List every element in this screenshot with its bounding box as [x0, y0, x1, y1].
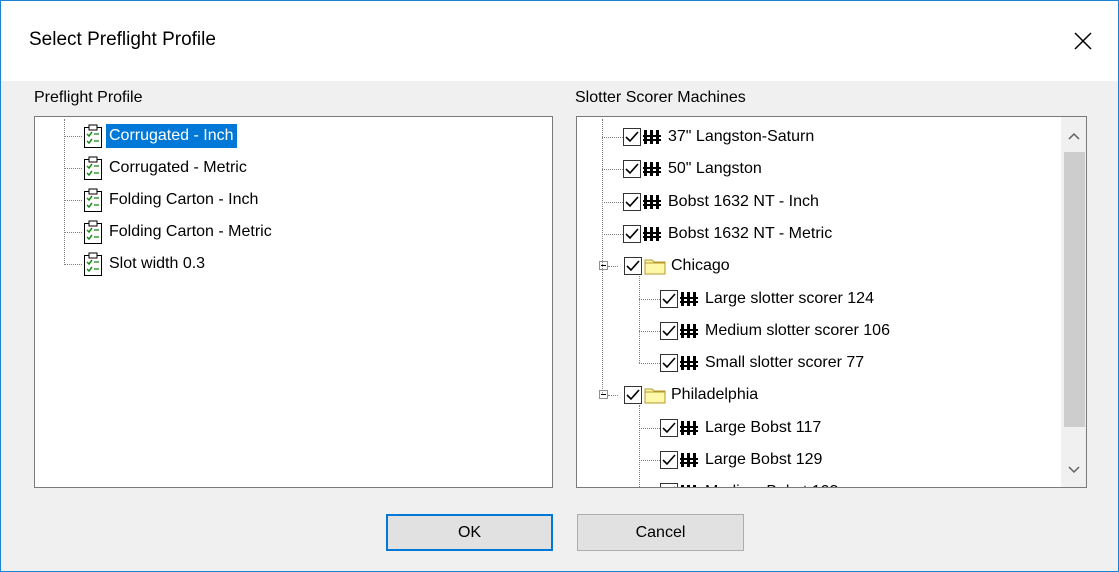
profile-item-label: Corrugated - Inch [106, 124, 237, 148]
checkbox[interactable] [623, 224, 641, 243]
tree-item-label: Medium Bobst 103 [702, 480, 841, 487]
preflight-profile-label: Preflight Profile [34, 89, 143, 106]
tree-machine-item[interactable]: Small slotter scorer 77 [639, 347, 867, 379]
checkbox[interactable] [660, 483, 678, 487]
machine-icon [680, 451, 700, 469]
tree-item-label: Medium slotter scorer 106 [705, 321, 890, 339]
machine-icon [643, 128, 663, 146]
collapse-toggle[interactable] [599, 261, 608, 271]
slotter-scorer-machines-label: Slotter Scorer Machines [575, 89, 746, 106]
tree-machine-item[interactable]: Bobst 1632 NT - Metric [602, 218, 835, 250]
tree-item-label: Large Bobst 129 [705, 451, 823, 468]
checklist-icon [82, 252, 104, 276]
tree-item-label: 37" Langston-Saturn [668, 128, 815, 145]
ok-button[interactable]: OK [386, 514, 553, 551]
machine-icon [680, 290, 700, 308]
checkbox[interactable] [660, 321, 678, 340]
tree-machine-item[interactable]: Large slotter scorer 124 [639, 283, 877, 315]
profile-item-label: Corrugated - Metric [109, 159, 247, 176]
checklist-icon [82, 220, 104, 244]
vertical-scrollbar[interactable] [1061, 117, 1086, 487]
profile-item-label: Folding Carton - Inch [109, 191, 259, 208]
checkbox[interactable] [660, 289, 678, 308]
tree-machine-item[interactable]: Large Bobst 117 [639, 412, 824, 444]
scroll-down-button[interactable] [1061, 455, 1086, 485]
profile-item[interactable]: Folding Carton - Inch [64, 184, 261, 216]
checkbox[interactable] [660, 451, 678, 469]
checklist-icon [82, 156, 104, 180]
tree-item-label: Chicago [671, 257, 730, 275]
tree-machine-item[interactable]: Medium Bobst 103 [639, 476, 841, 487]
tree-machine-item[interactable]: 50" Langston [602, 153, 765, 185]
machine-icon [643, 225, 663, 243]
profile-item[interactable]: Folding Carton - Metric [64, 216, 275, 248]
tree-item-label: Bobst 1632 NT - Inch [668, 192, 819, 210]
tree-item-label: 50" Langston [668, 160, 762, 178]
tree-item-label: Bobst 1632 NT - Metric [668, 224, 833, 242]
tree-machine-item[interactable]: 37" Langston-Saturn [602, 121, 817, 153]
folder-icon [644, 257, 666, 275]
machine-icon [643, 160, 663, 178]
chevron-down-icon [1067, 466, 1080, 474]
cancel-button[interactable]: Cancel [577, 514, 744, 551]
tree-item-label: Large Bobst 117 [705, 418, 822, 436]
select-preflight-profile-dialog: Select Preflight Profile Preflight Profi… [0, 0, 1119, 572]
tree-item-label: Small slotter scorer 77 [705, 354, 865, 372]
tree-machine-item[interactable]: Large Bobst 129 [639, 444, 825, 476]
checklist-icon [82, 124, 104, 148]
checkbox[interactable] [624, 386, 642, 405]
machine-icon [680, 419, 700, 437]
tree-item-label: Large slotter scorer 124 [705, 289, 874, 307]
machine-icon [680, 322, 700, 340]
checkbox[interactable] [623, 192, 641, 211]
title-bar: Select Preflight Profile [1, 1, 1118, 81]
close-button[interactable] [1048, 1, 1118, 81]
checkbox[interactable] [623, 128, 641, 146]
tree-folder[interactable]: Chicago [599, 250, 733, 282]
chevron-up-icon [1067, 132, 1080, 140]
checkbox[interactable] [660, 354, 678, 373]
scroll-up-button[interactable] [1061, 121, 1086, 151]
folder-icon [644, 386, 666, 404]
dialog-title: Select Preflight Profile [29, 29, 216, 50]
checklist-icon [82, 188, 104, 212]
preflight-profile-tree[interactable]: Corrugated - Inch Corrugated - Metric Fold… [34, 116, 553, 488]
profile-item-label: Folding Carton - Metric [109, 223, 272, 240]
scroll-thumb[interactable] [1064, 152, 1085, 427]
checkbox[interactable] [660, 418, 678, 437]
collapse-toggle[interactable] [599, 390, 608, 400]
profile-item[interactable]: Slot width 0.3 [64, 248, 208, 280]
profile-item[interactable]: Corrugated - Inch [64, 120, 237, 152]
machine-icon [680, 354, 700, 372]
profile-item-label: Slot width 0.3 [109, 255, 206, 272]
tree-item-label: Philadelphia [671, 386, 759, 404]
tree-machine-item[interactable]: Medium slotter scorer 106 [639, 315, 893, 347]
tree-folder[interactable]: Philadelphia [599, 379, 761, 411]
tree-machine-item[interactable]: Bobst 1632 NT - Inch [602, 186, 822, 218]
machine-icon [680, 483, 700, 487]
close-icon [1074, 32, 1092, 50]
checkbox[interactable] [624, 257, 642, 276]
profile-item[interactable]: Corrugated - Metric [64, 152, 250, 184]
machine-icon [643, 193, 663, 211]
checkbox[interactable] [623, 160, 641, 179]
slotter-scorer-tree[interactable]: 37" Langston-Saturn 50" Langston Bobst 163… [576, 116, 1087, 488]
